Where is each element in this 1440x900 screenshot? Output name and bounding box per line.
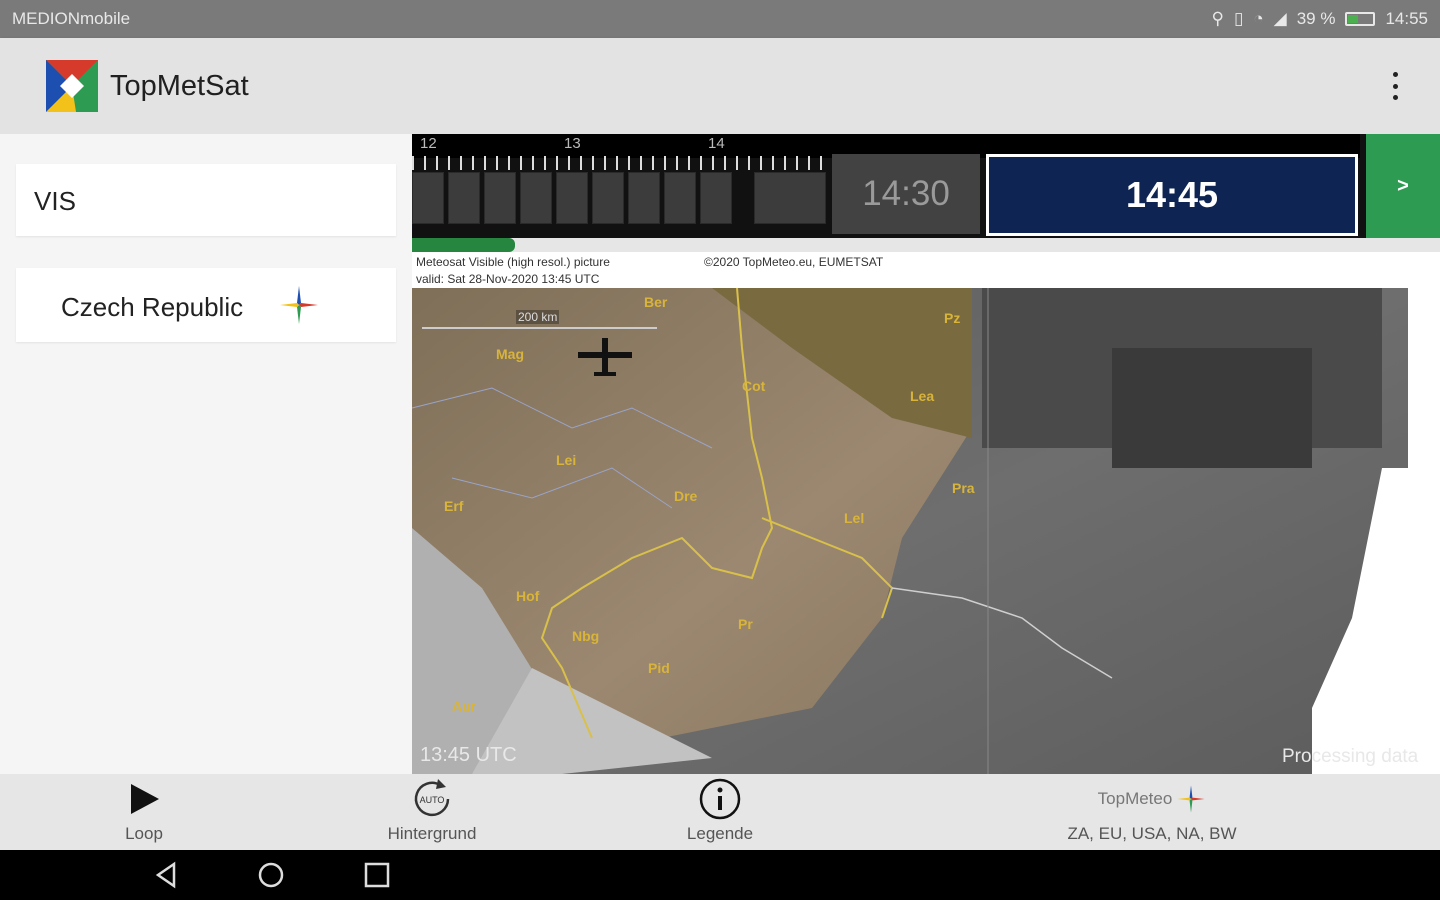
time-slot[interactable] (412, 172, 444, 224)
recents-icon[interactable] (362, 860, 392, 890)
time-slot[interactable] (520, 172, 552, 224)
city-label: Hof (516, 588, 540, 604)
legend-button[interactable]: Legende (670, 774, 770, 850)
channel-label: VIS (34, 186, 76, 216)
time-slot[interactable] (556, 172, 588, 224)
app-title: TopMetSat (110, 70, 249, 102)
time-slot[interactable] (700, 172, 732, 224)
next-time-button[interactable]: > (1366, 134, 1440, 238)
city-label: Lei (556, 452, 577, 468)
system-nav-bar (0, 850, 1440, 900)
previous-time-slot[interactable]: 14:30 (832, 154, 980, 234)
app-logo-icon (46, 60, 98, 112)
hour-label: 12 (420, 135, 437, 152)
loading-progress-track (412, 238, 1440, 252)
map-copyright: ©2020 TopMeteo.eu, EUMETSAT (704, 255, 884, 269)
satellite-image (412, 288, 1408, 774)
background-label: Hintergrund (387, 824, 477, 843)
city-label: Ber (644, 294, 668, 310)
city-label: Pid (648, 660, 670, 676)
compass-star-icon (1177, 785, 1205, 813)
time-slot[interactable] (592, 172, 624, 224)
battery-percent: 39 % (1296, 9, 1336, 28)
dot-icon (1392, 83, 1398, 89)
channel-selector[interactable]: VIS (16, 164, 396, 236)
hour-label: 13 (564, 135, 581, 152)
map-caption-line1: Meteosat Visible (high resol.) picture (416, 255, 610, 269)
loop-label: Loop (125, 824, 163, 843)
map-scale: 200 km (516, 310, 560, 324)
processing-status: Processing data (1282, 746, 1419, 767)
status-bar: MEDIONmobile ⚲ ▯ ◔ ◢ 39 % 14:55 (0, 0, 1440, 38)
city-label: Erf (444, 498, 464, 514)
status-time: 14:55 (1385, 9, 1428, 28)
city-label: Lea (910, 388, 935, 404)
city-label: Mag (496, 346, 524, 362)
compass-star-icon (280, 286, 318, 324)
loop-button[interactable]: Loop (94, 774, 194, 850)
city-label: Dre (674, 488, 698, 504)
current-time-slot[interactable]: 14:45 (986, 154, 1358, 236)
play-icon (131, 784, 159, 814)
aircraft-icon (578, 338, 632, 376)
auto-badge: AUTO (420, 795, 445, 805)
info-icon (699, 778, 741, 820)
timeline[interactable]: 12 13 14 14:30 14:45 > (412, 134, 1440, 238)
dot-icon (1392, 72, 1398, 77)
time-slot[interactable] (754, 172, 826, 224)
map-utc-time: 13:45 UTC (420, 744, 517, 766)
city-label: Nbg (572, 628, 600, 644)
battery-icon (1345, 12, 1376, 26)
satellite-map[interactable]: 200 km Ber Mag Pz Cot Lea Lei Dre Pra Er… (412, 288, 1440, 774)
city-label: Pra (952, 480, 975, 496)
location-icon: ⚲ (1211, 9, 1224, 28)
time-slot[interactable] (628, 172, 660, 224)
refresh-auto-icon: AUTO (414, 779, 450, 817)
overflow-menu-button[interactable] (1380, 68, 1410, 104)
carrier-label: MEDIONmobile (12, 9, 131, 28)
app-bar: TopMetSat (0, 38, 1440, 134)
region-selector[interactable]: Czech Republic (16, 268, 396, 342)
city-label: Cot (742, 378, 766, 394)
status-icons: ⚲ ▯ ◔ ◢ 39 % 14:55 (1212, 9, 1428, 29)
topmeteo-regions: ZA, EU, USA, NA, BW (1067, 824, 1237, 843)
bottom-toolbar: Loop AUTO Hintergrund Legende TopMeteo Z… (0, 774, 1440, 850)
time-slot[interactable] (448, 172, 480, 224)
city-label: Aur (452, 698, 477, 714)
dot-icon (1392, 95, 1398, 100)
region-label: Czech Republic (61, 292, 244, 322)
wifi-icon: ◔ (1253, 9, 1264, 28)
map-caption-line2: valid: Sat 28-Nov-2020 13:45 UTC (416, 272, 600, 286)
time-slot[interactable] (664, 172, 696, 224)
city-label: Lel (844, 510, 865, 526)
topmeteo-link[interactable]: TopMeteo ZA, EU, USA, NA, BW (1060, 774, 1244, 850)
background-button[interactable]: AUTO Hintergrund (370, 774, 494, 850)
vibrate-icon: ▯ (1233, 9, 1244, 28)
city-label: Pr (738, 616, 753, 632)
home-icon[interactable] (256, 860, 286, 890)
topmeteo-brand: TopMeteo (1097, 789, 1173, 808)
city-label: Pz (944, 310, 961, 326)
hour-label: 14 (708, 135, 725, 152)
signal-icon: ◢ (1273, 9, 1287, 28)
legend-label: Legende (686, 824, 754, 843)
time-slot[interactable] (484, 172, 516, 224)
sidebar: VIS Czech Republic (0, 134, 412, 774)
loading-progress-fill (412, 238, 515, 252)
back-icon[interactable] (152, 860, 182, 890)
map-caption: Meteosat Visible (high resol.) picture v… (412, 252, 1440, 288)
